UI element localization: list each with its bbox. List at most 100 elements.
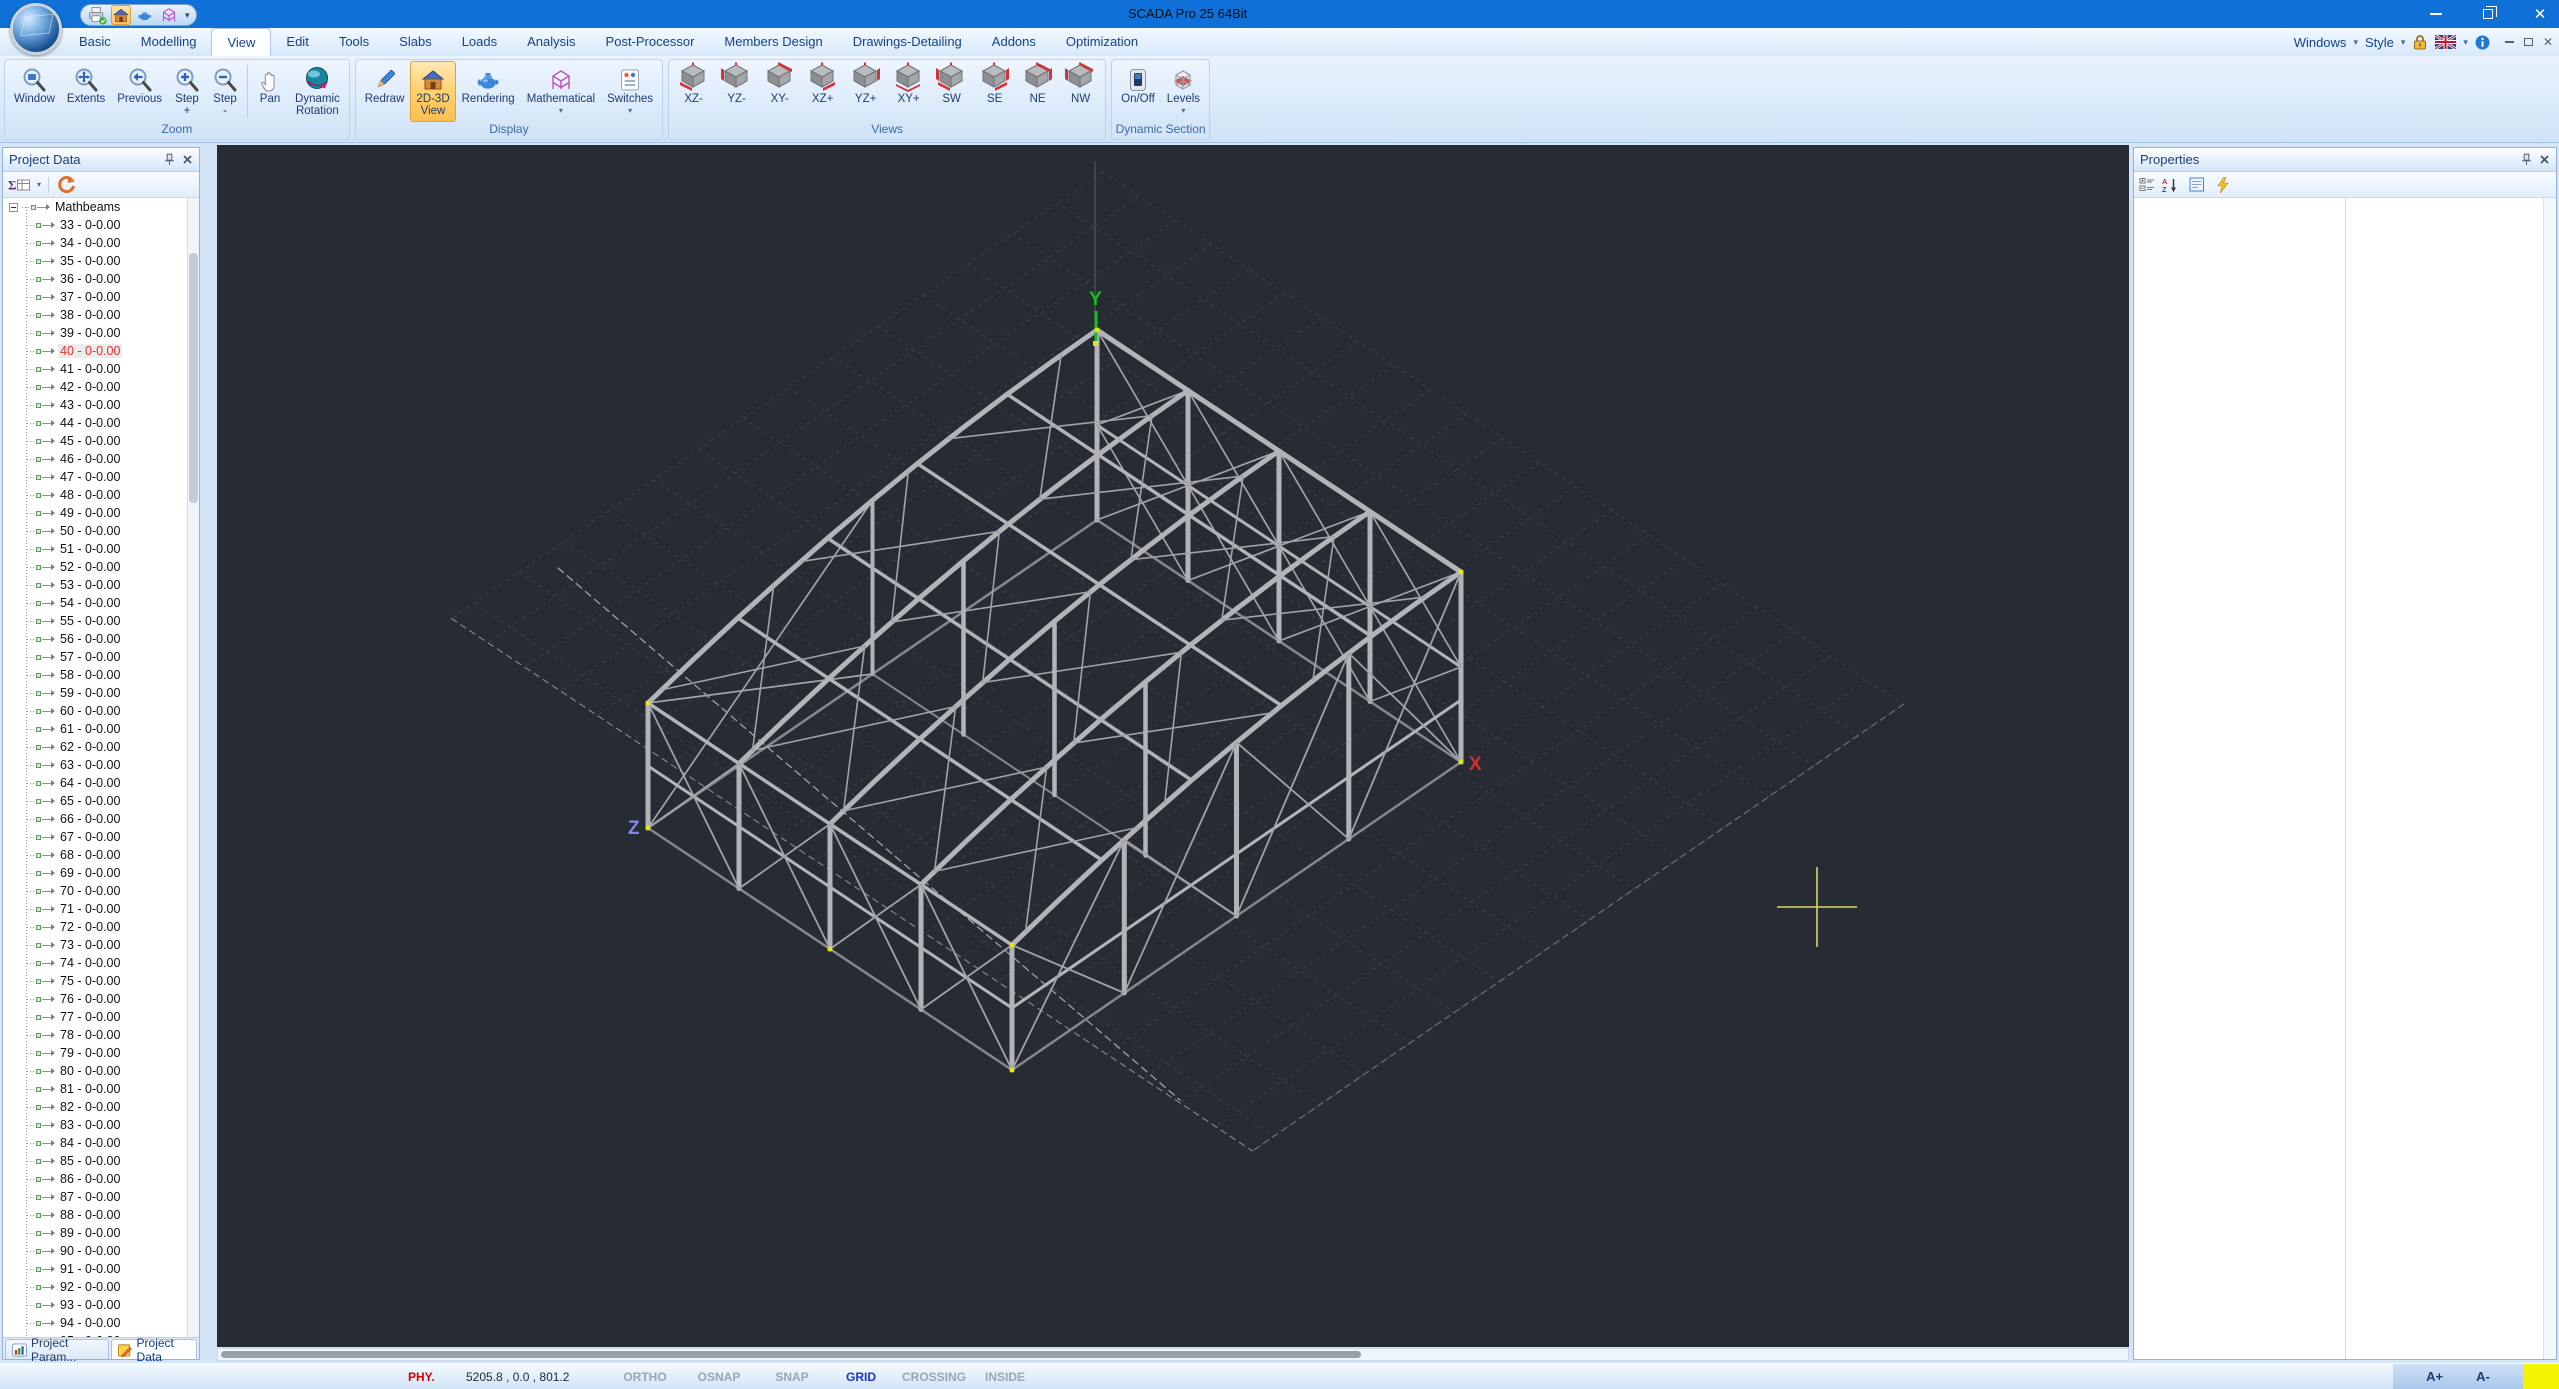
style-menu[interactable]: Style <box>2365 35 2394 50</box>
tree-item-53[interactable]: 53 - 0-0.00 <box>3 576 199 594</box>
phy-indicator[interactable]: PHY. <box>408 1370 435 1384</box>
status-toggle-grid[interactable]: GRID <box>846 1370 876 1384</box>
menu-tab-tools[interactable]: Tools <box>324 28 384 56</box>
status-toggle-inside[interactable]: INSIDE <box>985 1370 1025 1384</box>
summary-table-icon[interactable]: Σ <box>8 177 30 193</box>
font-increase-button[interactable]: A+ <box>2426 1369 2443 1384</box>
frame-model-icon[interactable] <box>159 5 179 25</box>
tree-item-34[interactable]: 34 - 0-0.00 <box>3 234 199 252</box>
menu-tab-drawings-detailing[interactable]: Drawings-Detailing <box>838 28 977 56</box>
tree-item-80[interactable]: 80 - 0-0.00 <box>3 1062 199 1080</box>
tree-item-89[interactable]: 89 - 0-0.00 <box>3 1224 199 1242</box>
tree-item-39[interactable]: 39 - 0-0.00 <box>3 324 199 342</box>
close-icon[interactable] <box>182 154 193 165</box>
child-close-button[interactable]: ✕ <box>2543 36 2553 48</box>
column-divider[interactable] <box>2345 198 2346 1359</box>
tree-item-62[interactable]: 62 - 0-0.00 <box>3 738 199 756</box>
tree-item-81[interactable]: 81 - 0-0.00 <box>3 1080 199 1098</box>
ribbon-button-redraw[interactable]: Redraw <box>359 61 411 122</box>
tree-item-95[interactable]: 95 - 0-0.00 <box>3 1332 199 1337</box>
tree-item-64[interactable]: 64 - 0-0.00 <box>3 774 199 792</box>
status-toggle-crossing[interactable]: CROSSING <box>902 1370 966 1384</box>
tree-item-86[interactable]: 86 - 0-0.00 <box>3 1170 199 1188</box>
print-icon[interactable] <box>87 5 107 25</box>
child-restore-button[interactable] <box>2523 38 2533 46</box>
maximize-button[interactable] <box>2475 4 2501 24</box>
tree-item-67[interactable]: 67 - 0-0.00 <box>3 828 199 846</box>
ribbon-button-xz[interactable]: XZ- <box>672 61 715 122</box>
ribbon-button-2d-3d-view[interactable]: 2D-3D View <box>410 61 456 122</box>
menu-tab-post-processor[interactable]: Post-Processor <box>591 28 710 56</box>
pin-icon[interactable] <box>163 153 176 166</box>
tree-item-73[interactable]: 73 - 0-0.00 <box>3 936 199 954</box>
tree-item-78[interactable]: 78 - 0-0.00 <box>3 1026 199 1044</box>
viewport-canvas[interactable]: Y X Z <box>217 145 2129 1347</box>
ribbon-button-nw[interactable]: NW <box>1059 61 1102 122</box>
tree-item-91[interactable]: 91 - 0-0.00 <box>3 1260 199 1278</box>
tree-item-41[interactable]: 41 - 0-0.00 <box>3 360 199 378</box>
menu-tab-edit[interactable]: Edit <box>271 28 323 56</box>
tree-item-35[interactable]: 35 - 0-0.00 <box>3 252 199 270</box>
qat-dropdown-icon[interactable]: ▾ <box>185 10 190 21</box>
property-page-icon[interactable] <box>2189 177 2205 192</box>
tree-item-72[interactable]: 72 - 0-0.00 <box>3 918 199 936</box>
tree-item-85[interactable]: 85 - 0-0.00 <box>3 1152 199 1170</box>
tree-item-70[interactable]: 70 - 0-0.00 <box>3 882 199 900</box>
panel-tab-project-param[interactable]: Project Param... <box>5 1336 109 1364</box>
tree-item-54[interactable]: 54 - 0-0.00 <box>3 594 199 612</box>
menu-tab-loads[interactable]: Loads <box>447 28 512 56</box>
scrollbar-thumb[interactable] <box>189 253 198 503</box>
tree-item-90[interactable]: 90 - 0-0.00 <box>3 1242 199 1260</box>
tree-item-75[interactable]: 75 - 0-0.00 <box>3 972 199 990</box>
tree-root-mathbeams[interactable]: Mathbeams <box>3 198 199 216</box>
tree-item-48[interactable]: 48 - 0-0.00 <box>3 486 199 504</box>
ribbon-button-step[interactable]: Step - <box>206 61 244 122</box>
tree-item-76[interactable]: 76 - 0-0.00 <box>3 990 199 1008</box>
tree-item-50[interactable]: 50 - 0-0.00 <box>3 522 199 540</box>
tree-item-40[interactable]: 40 - 0-0.00 <box>3 342 199 360</box>
properties-scrollbar[interactable] <box>2543 198 2556 1359</box>
status-toggle-osnap[interactable]: OSNAP <box>698 1370 741 1384</box>
lightning-icon[interactable] <box>2216 176 2229 193</box>
tree-item-37[interactable]: 37 - 0-0.00 <box>3 288 199 306</box>
app-logo[interactable] <box>10 3 62 55</box>
viewport-hscrollbar[interactable] <box>217 1348 2129 1361</box>
tree-item-56[interactable]: 56 - 0-0.00 <box>3 630 199 648</box>
windows-menu[interactable]: Windows <box>2294 35 2347 50</box>
tree-item-82[interactable]: 82 - 0-0.00 <box>3 1098 199 1116</box>
ribbon-button-dynamic-rotation[interactable]: Dynamic Rotation <box>289 61 346 122</box>
lock-icon[interactable] <box>2412 34 2428 50</box>
menu-tab-view[interactable]: View <box>211 28 272 56</box>
tree-item-55[interactable]: 55 - 0-0.00 <box>3 612 199 630</box>
minimize-button[interactable] <box>2423 4 2449 24</box>
ribbon-button-yz[interactable]: YZ+ <box>844 61 887 122</box>
sort-alphabetical-icon[interactable]: AZ <box>2162 177 2178 193</box>
menu-tab-optimization[interactable]: Optimization <box>1051 28 1153 56</box>
tree-item-33[interactable]: 33 - 0-0.00 <box>3 216 199 234</box>
tree-item-43[interactable]: 43 - 0-0.00 <box>3 396 199 414</box>
tree-item-74[interactable]: 74 - 0-0.00 <box>3 954 199 972</box>
tree-item-66[interactable]: 66 - 0-0.00 <box>3 810 199 828</box>
tree-item-42[interactable]: 42 - 0-0.00 <box>3 378 199 396</box>
tree-item-49[interactable]: 49 - 0-0.00 <box>3 504 199 522</box>
language-flag-icon[interactable] <box>2435 35 2457 49</box>
close-button[interactable]: ✕ <box>2527 4 2553 24</box>
status-toggle-ortho[interactable]: ORTHO <box>623 1370 666 1384</box>
ribbon-button-pan[interactable]: Pan <box>251 61 289 122</box>
pin-icon[interactable] <box>2520 153 2533 166</box>
3d-viewport[interactable]: Y X Z <box>217 145 2129 1347</box>
tree-scrollbar[interactable] <box>187 198 199 1337</box>
tree-item-51[interactable]: 51 - 0-0.00 <box>3 540 199 558</box>
ribbon-button-switches[interactable]: Switches ▾ <box>601 61 659 122</box>
tree-item-63[interactable]: 63 - 0-0.00 <box>3 756 199 774</box>
ribbon-button-on-off[interactable]: On/Off <box>1115 61 1161 122</box>
menu-tab-slabs[interactable]: Slabs <box>384 28 447 56</box>
ribbon-button-previous[interactable]: Previous <box>111 61 168 122</box>
ribbon-button-extents[interactable]: Extents <box>61 61 111 122</box>
child-minimize-button[interactable] <box>2504 41 2514 43</box>
ribbon-button-xy[interactable]: XY+ <box>887 61 930 122</box>
tree-item-46[interactable]: 46 - 0-0.00 <box>3 450 199 468</box>
tree-item-58[interactable]: 58 - 0-0.00 <box>3 666 199 684</box>
tree-item-79[interactable]: 79 - 0-0.00 <box>3 1044 199 1062</box>
scrollbar-thumb[interactable] <box>221 1351 1361 1358</box>
